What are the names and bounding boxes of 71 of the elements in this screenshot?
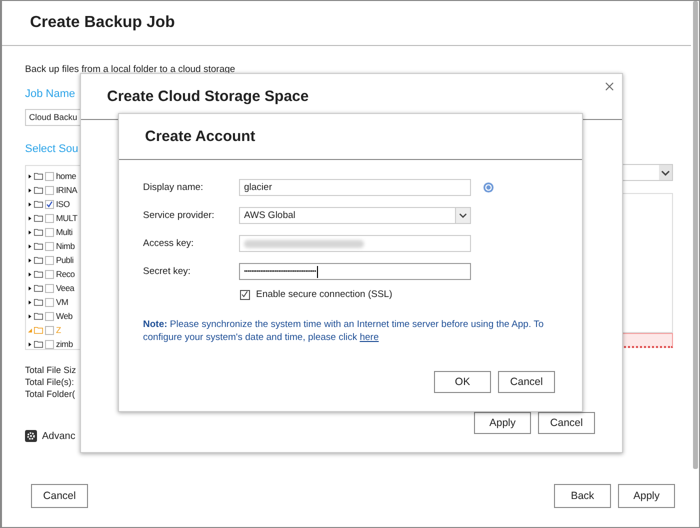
folder-checkbox[interactable]	[45, 172, 54, 180]
apply-button[interactable]: Apply	[618, 484, 675, 508]
total-label: Total File(s):	[25, 376, 74, 388]
dialog-button[interactable]: OK	[434, 371, 491, 393]
expand-arrow-icon[interactable]	[28, 244, 32, 248]
total-label: Total File Siz	[25, 364, 76, 376]
expand-arrow-icon[interactable]	[28, 230, 32, 234]
expand-arrow-icon[interactable]	[28, 300, 32, 304]
ssl-checkbox[interactable]	[240, 290, 250, 300]
folder-name[interactable]: home	[56, 171, 76, 181]
description-text: Back up files from a local folder to a cloud storage	[25, 64, 236, 76]
dialog-button[interactable]: Cancel	[498, 371, 555, 393]
folder-checkbox[interactable]	[45, 200, 54, 208]
folder-checkbox[interactable]	[45, 256, 54, 264]
here-link[interactable]: here	[360, 332, 379, 343]
provider-dropdown[interactable]: AWS Global	[239, 207, 471, 224]
field-label: Access key:	[143, 238, 195, 249]
expand-arrow-icon[interactable]	[28, 342, 32, 346]
scrollbar-thumb[interactable]	[693, 1, 698, 469]
total-label: Total Folder(	[25, 388, 76, 400]
folder-checkbox[interactable]	[45, 186, 54, 194]
folder-name[interactable]: VM	[56, 297, 68, 307]
display-name-field[interactable]: glacier	[239, 179, 471, 196]
job-name-label: Job Name	[25, 87, 76, 102]
expand-arrow-icon[interactable]	[28, 258, 32, 262]
access-key-field[interactable]	[239, 235, 471, 252]
ssl-label[interactable]: Enable secure connection (SSL)	[256, 289, 392, 300]
folder-name[interactable]: Publi	[56, 255, 74, 265]
folder-name[interactable]: Web	[56, 311, 72, 321]
folder-checkbox[interactable]	[45, 298, 54, 306]
folder-name[interactable]: MULT	[56, 213, 78, 223]
folder-name[interactable]: zimb	[56, 339, 73, 349]
folder-checkbox[interactable]	[45, 270, 54, 278]
folder-checkbox[interactable]	[45, 284, 54, 292]
chevron-down-icon	[459, 213, 467, 218]
folder-name[interactable]: Veea	[56, 283, 74, 293]
folder-name[interactable]: IRINA	[56, 185, 78, 195]
folder-checkbox[interactable]	[45, 340, 54, 348]
folder-name[interactable]: Reco	[56, 269, 75, 279]
folder-checkbox[interactable]	[45, 326, 54, 334]
expand-arrow-icon[interactable]	[28, 286, 32, 290]
folder-checkbox[interactable]	[45, 228, 54, 236]
folder-name[interactable]: ISO	[56, 199, 70, 209]
expand-arrow-icon[interactable]	[28, 202, 32, 206]
dialog-button[interactable]: Apply	[474, 412, 531, 434]
back-button[interactable]: Back	[554, 484, 611, 508]
folder-checkbox[interactable]	[45, 214, 54, 222]
expand-arrow-icon[interactable]	[28, 216, 32, 220]
source-label: Select Sou	[25, 142, 78, 157]
folder-checkbox[interactable]	[45, 242, 54, 250]
advanced-link[interactable]: Advanc	[42, 430, 76, 442]
close-icon[interactable]	[605, 82, 614, 91]
folder-name[interactable]: Nimb	[56, 241, 75, 251]
field-label: Display name:	[143, 182, 204, 193]
field-label: Service provider:	[143, 210, 216, 221]
dialog-title: Create Cloud Storage Space	[107, 88, 309, 105]
expand-arrow-icon[interactable]	[28, 188, 32, 192]
dialog-title: Create Account	[145, 128, 256, 145]
gear-icon[interactable]	[25, 430, 37, 442]
expand-arrow-icon[interactable]	[28, 272, 32, 276]
dialog-button[interactable]: Cancel	[538, 412, 595, 434]
field-label: Secret key:	[143, 266, 192, 277]
chevron-down-icon	[661, 170, 670, 176]
cancel-button[interactable]: Cancel	[31, 484, 88, 508]
note-text: Note: Please synchronize the system time with an Internet time server before using the App. To configure your system's date and time, please click here	[143, 318, 545, 344]
help-icon[interactable]	[483, 182, 494, 193]
expand-arrow-icon[interactable]	[28, 174, 32, 178]
expand-arrow-icon[interactable]	[28, 314, 32, 318]
folder-checkbox[interactable]	[45, 312, 54, 320]
window-title: Create Backup Job	[30, 14, 175, 32]
folder-name[interactable]: Multi	[56, 227, 72, 237]
